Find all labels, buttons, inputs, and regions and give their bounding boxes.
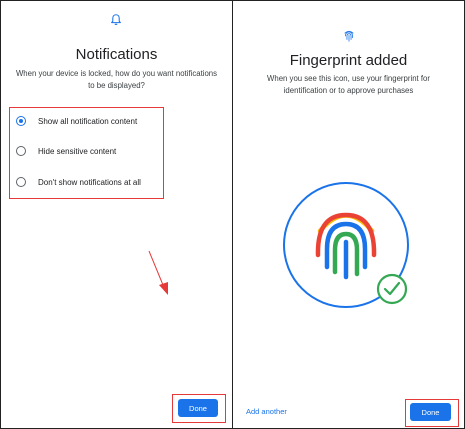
bell-icon <box>111 14 121 26</box>
option-label: Show all notification content <box>38 116 138 126</box>
option-label: Don't show notifications at all <box>38 177 141 187</box>
check-circle-icon <box>376 273 408 305</box>
red-arrow <box>148 250 168 295</box>
notifications-screen: Notifications When your device is locked… <box>1 1 232 428</box>
page-title: Notifications <box>75 46 158 63</box>
option-label: Hide sensitive content <box>38 146 117 156</box>
page-subtitle: When you see this icon, use your fingerp… <box>267 74 430 95</box>
fingerprint-icon <box>344 30 354 42</box>
radio-unselected[interactable] <box>16 146 26 156</box>
done-button[interactable]: Done <box>178 399 218 417</box>
option-dont-show[interactable]: Don't show notifications at all <box>10 172 163 192</box>
notification-options-highlight: Show all notification content Hide sensi… <box>9 107 164 199</box>
page-title: Fingerprint added <box>289 52 408 69</box>
radio-unselected[interactable] <box>16 177 26 187</box>
option-hide-sensitive[interactable]: Hide sensitive content <box>10 141 163 161</box>
done-button[interactable]: Done <box>410 403 451 421</box>
add-another-button[interactable]: Add another <box>246 407 287 416</box>
fingerprint-illustration <box>283 182 409 308</box>
radio-selected[interactable] <box>16 116 26 126</box>
option-show-all[interactable]: Show all notification content <box>10 111 163 131</box>
page-subtitle: When your device is locked, how do you w… <box>15 69 218 90</box>
fingerprint-screen: Fingerprint added When you see this icon… <box>233 1 464 428</box>
